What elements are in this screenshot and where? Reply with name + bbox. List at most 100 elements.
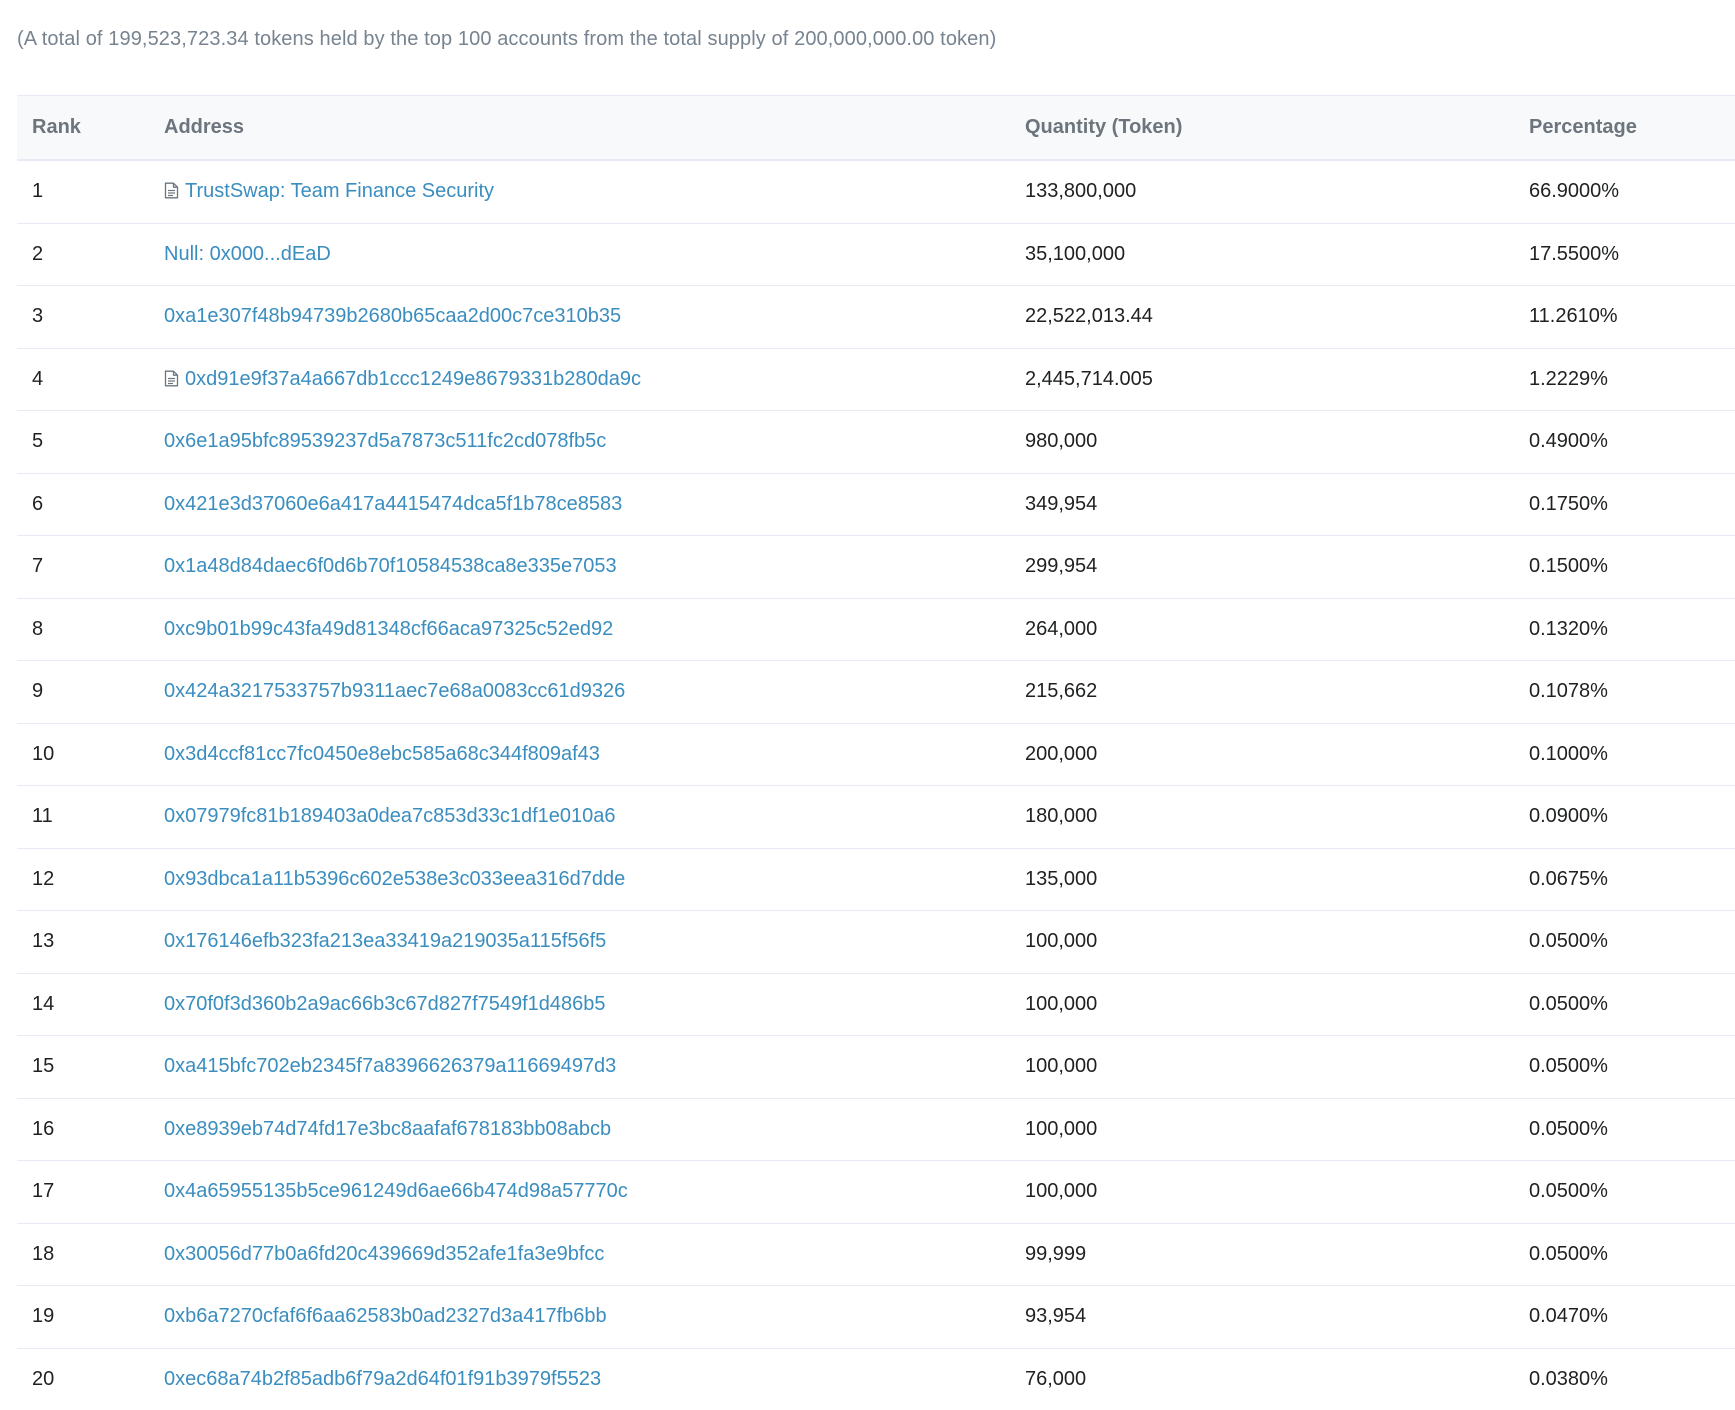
address-cell: TrustSwap: Team Finance Security [164,160,1025,224]
quantity-cell: 2,445,714.005 [1025,348,1529,411]
quantity-cell: 349,954 [1025,473,1529,536]
holder-address-link[interactable]: TrustSwap: Team Finance Security [185,180,494,202]
token-holders-table: Rank Address Quantity (Token) Percentage… [17,95,1735,1410]
address-cell: 0x70f0f3d360b2a9ac66b3c67d827f7549f1d486… [164,973,1025,1036]
rank-cell: 7 [17,535,164,599]
percentage-cell: 0.0380% [1529,1367,1608,1390]
holder-address-link[interactable]: 0xc9b01b99c43fa49d81348cf66aca97325c52ed… [164,618,613,640]
quantity-cell: 980,000 [1025,410,1529,474]
quantity-cell: 100,000 [1025,973,1529,1036]
address-cell: 0xb6a7270cfaf6f6aa62583b0ad2327d3a417fb6… [164,1285,1025,1349]
holder-address-link[interactable]: 0x07979fc81b189403a0dea7c853d33c1df1e010… [164,805,616,827]
quantity-cell: 93,954 [1025,1285,1529,1349]
rank-cell: 5 [17,410,164,474]
percentage-cell: 66.9000% [1529,160,1735,224]
holder-address-link[interactable]: 0x30056d77b0a6fd20c439669d352afe1fa3e9bf… [164,1243,604,1265]
table-row: 4 0xd91e9f37a4a667db1ccc1249e8679331b280d… [17,348,1735,411]
address-cell: 0x30056d77b0a6fd20c439669d352afe1fa3e9bf… [164,1223,1025,1286]
address-cell: 0x4a65955135b5ce961249d6ae66b474d98a5777… [164,1160,1025,1224]
rank-cell: 13 [17,910,164,974]
percentage-cell: 0.4900% [1529,410,1735,474]
table-row: 13 0x176146efb323fa213ea33419a219035a115f… [17,910,1735,974]
quantity-cell: 100,000 [1025,1035,1529,1099]
quantity-cell: 100,000 [1025,910,1529,974]
address-header: Address [164,95,1025,161]
holder-address-link[interactable]: 0x70f0f3d360b2a9ac66b3c67d827f7549f1d486… [164,993,606,1015]
holder-address-link[interactable]: 0xe8939eb74d74fd17e3bc8aafaf678183bb08ab… [164,1118,611,1140]
address-cell: 0x6e1a95bfc89539237d5a7873c511fc2cd078fb… [164,410,1025,474]
address-cell: 0xa1e307f48b94739b2680b65caa2d00c7ce310b… [164,285,1025,349]
holder-address-link[interactable]: 0x6e1a95bfc89539237d5a7873c511fc2cd078fb… [164,430,606,452]
rank-cell: 12 [17,848,164,911]
quantity-cell: 180,000 [1025,785,1529,849]
quantity-cell: 215,662 [1025,660,1529,724]
holder-address-link[interactable]: 0xec68a74b2f85adb6f79a2d64f01f91b3979f55… [164,1368,601,1390]
table-row: 14 0x70f0f3d360b2a9ac66b3c67d827f7549f1d4… [17,973,1735,1036]
address-cell: 0x3d4ccf81cc7fc0450e8ebc585a68c344f809af… [164,723,1025,786]
rank-cell: 17 [17,1160,164,1224]
table-row: 7 0x1a48d84daec6f0d6b70f10584538ca8e335e7… [17,535,1735,599]
quantity-header: Quantity (Token) [1025,95,1529,161]
percentage-cell: 0.0500% [1529,1223,1735,1286]
holder-address-link[interactable]: 0x93dbca1a11b5396c602e538e3c033eea316d7d… [164,868,625,890]
percentage-cell: 1.2229% [1529,348,1735,411]
rank-cell: 11 [17,785,164,849]
table-row: 20 0xec68a74b2f85adb6f79a2d64f01f91b3979f… [17,1348,1735,1410]
table-row: 12 0x93dbca1a11b5396c602e538e3c033eea316d… [17,848,1735,911]
quantity-cell: 100,000 [1025,1160,1529,1224]
holder-address-link[interactable]: 0xa415bfc702eb2345f7a8396626379a11669497… [164,1055,616,1077]
address-cell: 0x07979fc81b189403a0dea7c853d33c1df1e010… [164,785,1025,849]
holder-address-link[interactable]: 0x176146efb323fa213ea33419a219035a115f56… [164,930,606,952]
quantity-cell: 99,999 [1025,1223,1529,1286]
percentage-header: Percentage [1529,95,1735,161]
holder-address-link[interactable]: 0x3d4ccf81cc7fc0450e8ebc585a68c344f809af… [164,743,600,765]
table-row: 10 0x3d4ccf81cc7fc0450e8ebc585a68c344f809… [17,723,1735,786]
percentage-cell: 0.1750% [1529,473,1735,536]
table-row: 1 TrustSwap: Team Finance Security 133,800… [17,160,1735,224]
table-row: 5 0x6e1a95bfc89539237d5a7873c511fc2cd078f… [17,410,1735,474]
holder-address-link[interactable]: Null: 0x000...dEaD [164,243,331,265]
rank-cell: 20 [32,1367,55,1390]
percentage-cell: 0.0900% [1529,785,1735,849]
rank-cell: 19 [17,1285,164,1349]
rank-cell: 1 [17,160,164,224]
quantity-cell: 100,000 [1025,1098,1529,1161]
table-row: 11 0x07979fc81b189403a0dea7c853d33c1df1e0… [17,785,1735,849]
address-cell: 0x176146efb323fa213ea33419a219035a115f56… [164,910,1025,974]
rank-cell: 15 [17,1035,164,1099]
rank-header: Rank [17,95,164,161]
quantity-cell: 299,954 [1025,535,1529,599]
table-header-row: Rank Address Quantity (Token) Percentage [17,95,1735,161]
rank-cell: 6 [17,473,164,536]
address-cell: 0x421e3d37060e6a417a4415474dca5f1b78ce85… [164,473,1025,536]
holder-address-link[interactable]: 0x421e3d37060e6a417a4415474dca5f1b78ce85… [164,493,622,515]
table-row: 3 0xa1e307f48b94739b2680b65caa2d00c7ce310… [17,285,1735,349]
holder-address-link[interactable]: 0xd91e9f37a4a667db1ccc1249e8679331b280da… [185,368,641,390]
rank-cell: 14 [17,973,164,1036]
table-row: 16 0xe8939eb74d74fd17e3bc8aafaf678183bb08… [17,1098,1735,1161]
holder-address-link[interactable]: 0x1a48d84daec6f0d6b70f10584538ca8e335e70… [164,555,617,577]
holder-address-link[interactable]: 0xa1e307f48b94739b2680b65caa2d00c7ce310b… [164,305,621,327]
table-row: 8 0xc9b01b99c43fa49d81348cf66aca97325c52e… [17,598,1735,661]
percentage-cell: 0.0470% [1529,1285,1735,1349]
holder-address-link[interactable]: 0x4a65955135b5ce961249d6ae66b474d98a5777… [164,1180,628,1202]
percentage-cell: 0.1000% [1529,723,1735,786]
address-cell: Null: 0x000...dEaD [164,223,1025,286]
percentage-cell: 0.0500% [1529,910,1735,974]
holder-address-link[interactable]: 0x424a3217533757b9311aec7e68a0083cc61d93… [164,680,625,702]
address-cell: 0x93dbca1a11b5396c602e538e3c033eea316d7d… [164,848,1025,911]
quantity-cell: 35,100,000 [1025,223,1529,286]
rank-cell: 8 [17,598,164,661]
percentage-cell: 0.1320% [1529,598,1735,661]
rank-cell: 2 [17,223,164,286]
percentage-cell: 0.0500% [1529,973,1735,1036]
quantity-cell: 76,000 [1025,1367,1087,1390]
rank-cell: 9 [17,660,164,724]
percentage-cell: 17.5500% [1529,223,1735,286]
address-cell: 0xec68a74b2f85adb6f79a2d64f01f91b3979f55… [164,1348,1025,1410]
table-row: 9 0x424a3217533757b9311aec7e68a0083cc61d9… [17,660,1735,724]
rank-cell: 18 [17,1223,164,1286]
address-cell: 0xa415bfc702eb2345f7a8396626379a11669497… [164,1035,1025,1099]
holder-address-link[interactable]: 0xb6a7270cfaf6f6aa62583b0ad2327d3a417fb6… [164,1305,607,1327]
address-cell: 0xc9b01b99c43fa49d81348cf66aca97325c52ed… [164,598,1025,661]
